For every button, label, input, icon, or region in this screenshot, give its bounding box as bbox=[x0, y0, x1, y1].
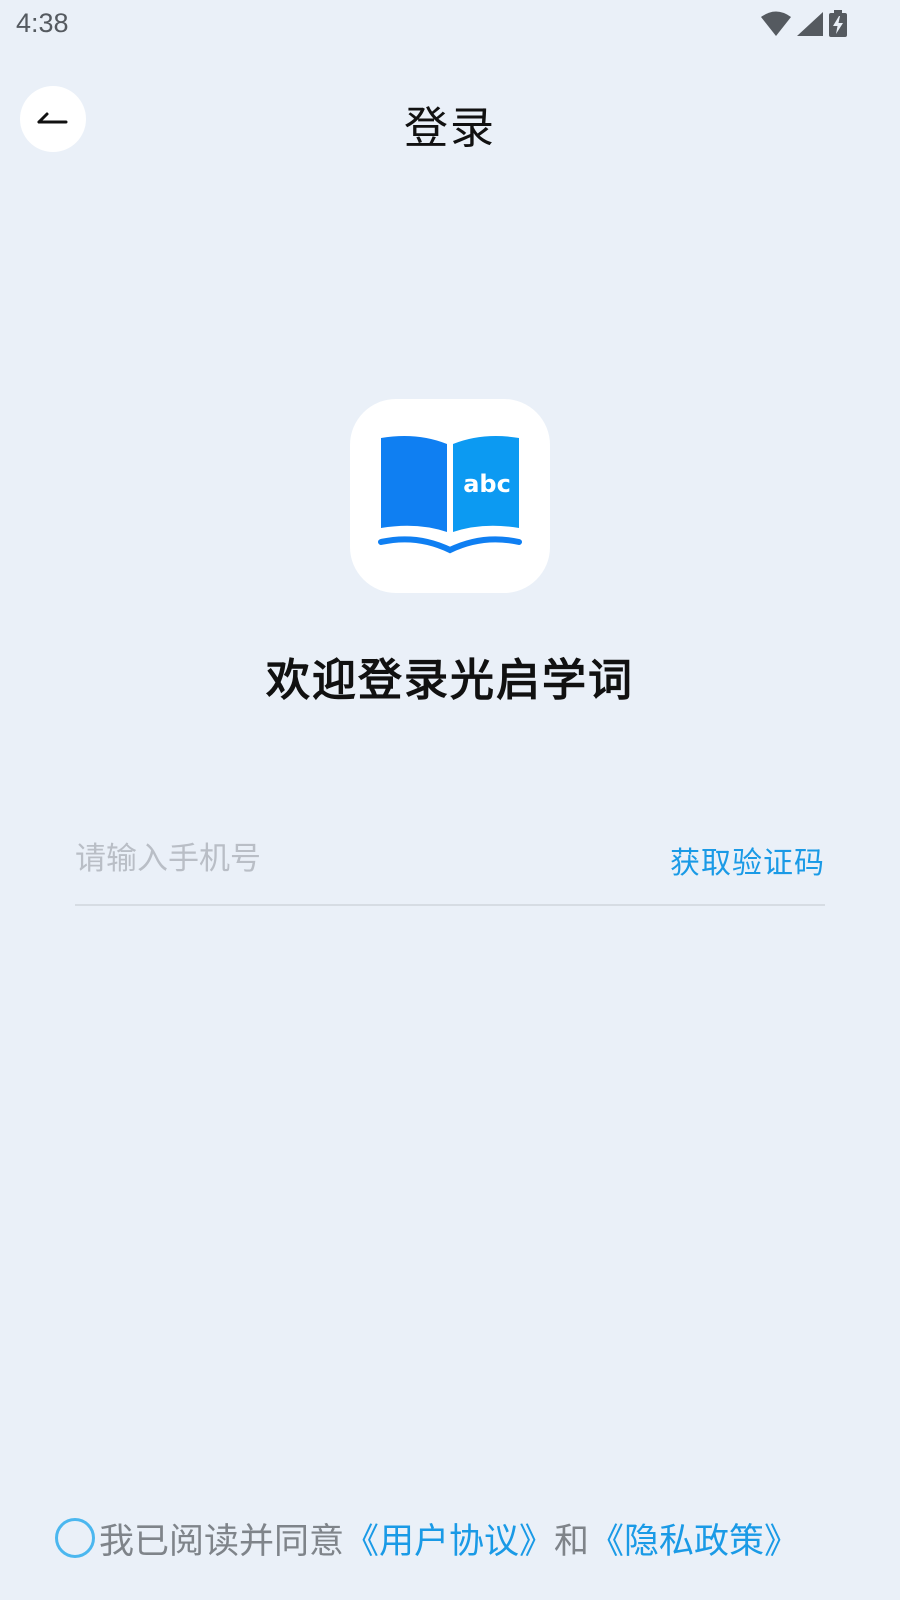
agreement-row: 我已阅读并同意 《用户协议》 和 《隐私政策》 bbox=[55, 1510, 855, 1566]
agreement-and: 和 bbox=[554, 1521, 590, 1562]
status-bar: 4:38 bbox=[0, 0, 900, 52]
get-code-button[interactable]: 获取验证码 bbox=[670, 838, 825, 882]
wifi-icon bbox=[761, 11, 791, 36]
logo-abc-text: abc bbox=[463, 470, 511, 498]
phone-row: 获取验证码 bbox=[75, 820, 825, 906]
welcome-title: 欢迎登录光启学词 bbox=[266, 655, 634, 706]
status-icons bbox=[760, 10, 848, 38]
phone-input[interactable] bbox=[75, 834, 615, 884]
battery-charging-icon bbox=[829, 10, 847, 37]
app-logo: abc bbox=[350, 399, 550, 593]
agreement-prefix: 我已阅读并同意 bbox=[99, 1521, 345, 1562]
agree-checkbox[interactable] bbox=[55, 1518, 95, 1558]
status-time: 4:38 bbox=[16, 8, 69, 38]
privacy-policy-link[interactable]: 《隐私政策》 bbox=[589, 1513, 799, 1564]
header: 登录 bbox=[0, 80, 900, 170]
page-title: 登录 bbox=[404, 103, 496, 154]
open-book-abc-icon: abc bbox=[378, 436, 522, 554]
cellular-signal-icon bbox=[797, 12, 823, 36]
user-agreement-link[interactable]: 《用户协议》 bbox=[344, 1513, 554, 1564]
